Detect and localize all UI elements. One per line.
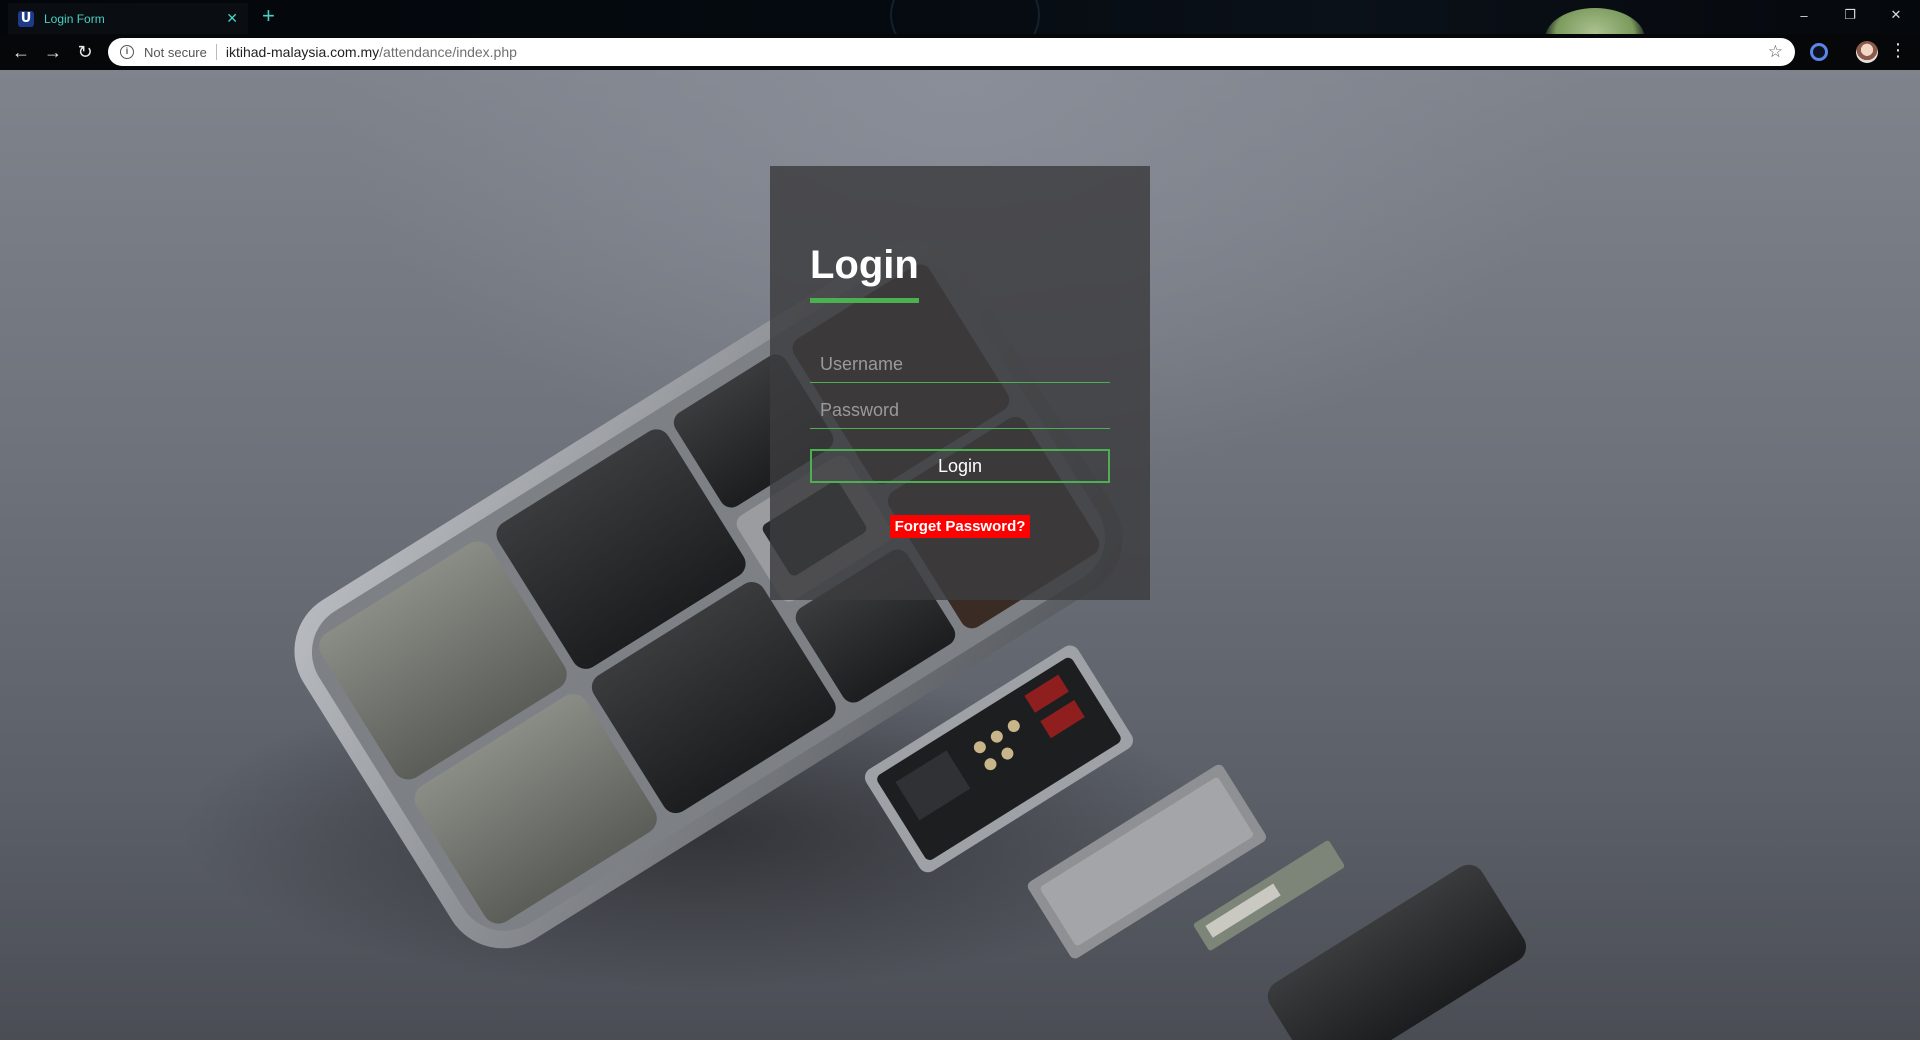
restore-window-button[interactable]: ❐ [1827, 0, 1873, 30]
browser-tab[interactable]: U Login Form ✕ [8, 3, 248, 34]
tab-strip: U Login Form ✕ + – ❐ ✕ [0, 0, 1920, 70]
login-button[interactable]: Login [810, 449, 1110, 483]
forward-arrow-icon[interactable]: → [42, 41, 64, 63]
address-bar[interactable]: i Not secure iktihad-malaysia.com.my /at… [108, 38, 1795, 66]
tab-title: Login Form [44, 11, 105, 26]
url-path: /attendance/index.php [379, 44, 517, 60]
security-label: Not secure [144, 44, 207, 60]
url-host: iktihad-malaysia.com.my [225, 44, 380, 60]
reload-icon[interactable]: ↻ [74, 41, 96, 63]
username-field-wrapper [810, 347, 1110, 383]
info-icon[interactable]: i [120, 45, 134, 59]
profile-avatar[interactable] [1856, 41, 1878, 63]
site-favicon-icon: U [18, 10, 34, 27]
login-heading: Login [810, 244, 919, 303]
login-card: Login Login Forget Password? [770, 166, 1150, 600]
back-arrow-icon[interactable]: ← [10, 41, 32, 63]
password-field-wrapper [810, 393, 1110, 429]
address-separator [215, 44, 217, 60]
login-page: Login Login Forget Password? [0, 70, 1920, 1040]
forgot-password-link[interactable]: Forget Password? [889, 515, 1031, 538]
username-input[interactable] [810, 347, 1110, 382]
password-input[interactable] [810, 393, 1110, 428]
close-tab-icon[interactable]: ✕ [226, 10, 238, 27]
bookmark-star-icon[interactable]: ☆ [1768, 42, 1783, 62]
browser-toolbar: ← → ↻ i Not secure iktihad-malaysia.com.… [0, 34, 1920, 70]
kebab-menu-icon[interactable]: ⋮ [1888, 40, 1908, 61]
close-window-button[interactable]: ✕ [1873, 0, 1919, 30]
new-tab-icon[interactable]: + [262, 5, 275, 27]
minimize-window-button[interactable]: – [1781, 0, 1827, 30]
extension-icon[interactable] [1810, 43, 1828, 61]
